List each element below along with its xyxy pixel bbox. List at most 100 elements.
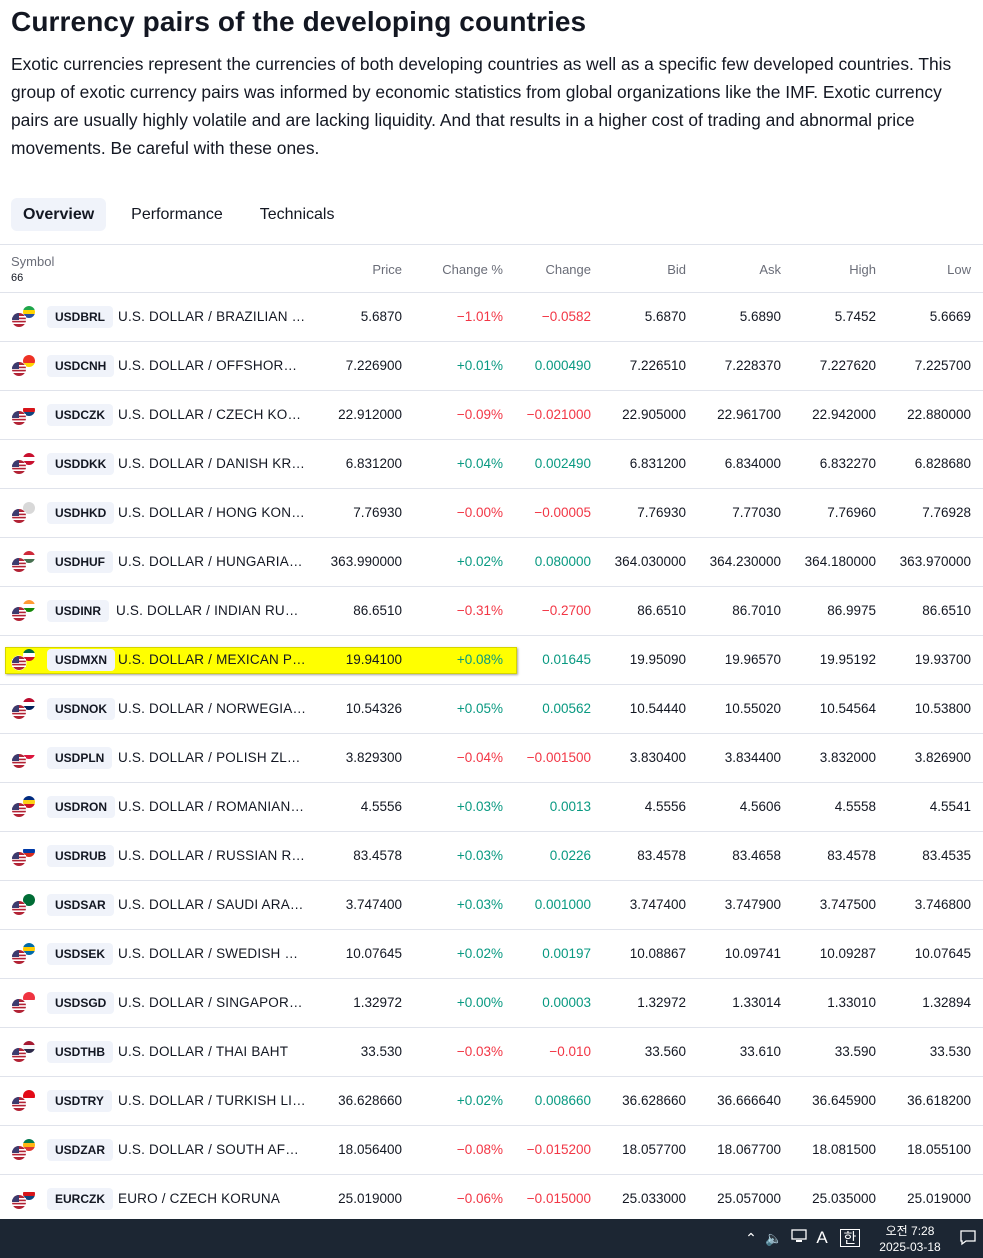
high-cell: 7.76960	[827, 505, 876, 520]
ticker-badge[interactable]: USDBRL	[47, 306, 113, 328]
low-cell: 36.618200	[907, 1093, 971, 1108]
high-cell: 7.227620	[819, 358, 876, 373]
ticker-badge[interactable]: USDSGD	[47, 992, 115, 1014]
table-row[interactable]: USDBRL U.S. DOLLAR / BRAZILIAN R... 5.6870…	[0, 293, 983, 342]
change-cell: −0.010	[549, 1044, 591, 1059]
bid-cell: 7.76930	[637, 505, 686, 520]
pair-description: U.S. DOLLAR / MEXICAN PESO	[118, 652, 306, 667]
currency-flag-icon	[11, 551, 35, 573]
tab-technicals[interactable]: Technicals	[248, 198, 347, 231]
table-row[interactable]: EURCZK EURO / CZECH KORUNA 25.019000 −0.06%…	[0, 1175, 983, 1224]
header-change[interactable]: Change	[545, 262, 591, 277]
low-cell: 1.32894	[922, 995, 971, 1010]
change-cell: 0.000490	[534, 358, 591, 373]
ime-language-indicator[interactable]: 한	[840, 1229, 860, 1247]
pair-description: U.S. DOLLAR / SOUTH AFRIC...	[118, 1142, 306, 1157]
ticker-badge[interactable]: EURCZK	[47, 1188, 113, 1210]
table-row[interactable]: USDCNH U.S. DOLLAR / OFFSHORE C... 7.22690…	[0, 342, 983, 391]
table-row[interactable]: USDTHB U.S. DOLLAR / THAI BAHT 33.530 −0.03…	[0, 1028, 983, 1077]
ime-mode-indicator[interactable]: A	[812, 1228, 832, 1248]
currency-flag-icon	[11, 894, 35, 916]
bid-cell: 7.226510	[629, 358, 686, 373]
currency-flag-icon	[11, 747, 35, 769]
header-price[interactable]: Price	[372, 262, 402, 277]
table-row[interactable]: USDDKK U.S. DOLLAR / DANISH KRONE 6.831200…	[0, 440, 983, 489]
table-row[interactable]: USDHKD U.S. DOLLAR / HONG KONG ... 7.76930…	[0, 489, 983, 538]
ticker-badge[interactable]: USDCNH	[47, 355, 115, 377]
tab-overview[interactable]: Overview	[11, 198, 107, 231]
table-row[interactable]: USDINR U.S. DOLLAR / INDIAN RUPEE 86.6510 −…	[0, 587, 983, 636]
high-cell: 364.180000	[804, 554, 876, 569]
pair-description: U.S. DOLLAR / ROMANIAN L...	[118, 799, 306, 814]
header-high[interactable]: High	[849, 262, 876, 277]
table-row[interactable]: USDRON U.S. DOLLAR / ROMANIAN L... 4.5556 +…	[0, 783, 983, 832]
low-cell: 7.76928	[922, 505, 971, 520]
table-row[interactable]: USDSAR U.S. DOLLAR / SAUDI ARABI... 3.7474…	[0, 881, 983, 930]
table-row[interactable]: USDNOK U.S. DOLLAR / NORWEGIAN ... 10.5432…	[0, 685, 983, 734]
clock-date[interactable]: 2025-03-18	[872, 1240, 948, 1254]
change-cell: −0.015200	[526, 1142, 591, 1157]
price-cell: 86.6510	[353, 603, 402, 618]
change-percent-cell: +0.04%	[456, 456, 503, 471]
header-bid[interactable]: Bid	[667, 262, 686, 277]
ticker-badge[interactable]: USDCZK	[47, 404, 113, 426]
ask-cell: 86.7010	[732, 603, 781, 618]
ticker-badge[interactable]: USDSAR	[47, 894, 114, 916]
ticker-badge[interactable]: USDHUF	[47, 551, 113, 573]
ticker-badge[interactable]: USDSEK	[47, 943, 114, 965]
change-percent-cell: +0.02%	[456, 554, 503, 569]
tab-performance[interactable]: Performance	[119, 198, 235, 231]
ticker-badge[interactable]: USDMXN	[47, 649, 116, 671]
ticker-badge[interactable]: USDRON	[47, 796, 116, 818]
table-row[interactable]: USDZAR U.S. DOLLAR / SOUTH AFRIC... 18.056…	[0, 1126, 983, 1175]
pair-description: U.S. DOLLAR / RUSSIAN RUB...	[118, 848, 306, 863]
ticker-badge[interactable]: USDRUB	[47, 845, 115, 867]
change-percent-cell: +0.02%	[456, 1093, 503, 1108]
table-row[interactable]: USDTRY U.S. DOLLAR / TURKISH LIRA 36.62866…	[0, 1077, 983, 1126]
currency-flag-icon	[11, 1139, 35, 1161]
header-ask[interactable]: Ask	[759, 262, 781, 277]
speaker-icon[interactable]: 🔈	[764, 1228, 784, 1248]
table-row[interactable]: USDCZK U.S. DOLLAR / CZECH KORU... 22.9120…	[0, 391, 983, 440]
ask-cell: 364.230000	[709, 554, 781, 569]
ticker-badge[interactable]: USDTRY	[47, 1090, 112, 1112]
ticker-badge[interactable]: USDHKD	[47, 502, 115, 524]
ticker-badge[interactable]: USDZAR	[47, 1139, 113, 1161]
ask-cell: 1.33014	[732, 995, 781, 1010]
notification-icon[interactable]	[958, 1228, 978, 1248]
currency-flag-icon	[11, 1090, 35, 1112]
chevron-up-icon[interactable]: ⌃	[742, 1228, 760, 1248]
ticker-badge[interactable]: USDPLN	[47, 747, 113, 769]
high-cell: 36.645900	[812, 1093, 876, 1108]
change-cell: −0.2700	[541, 603, 591, 618]
currency-flag-icon	[11, 306, 35, 328]
bid-cell: 1.32972	[637, 995, 686, 1010]
change-percent-cell: −0.06%	[456, 1191, 503, 1206]
clock-time[interactable]: 오전 7:28	[880, 1222, 940, 1239]
ticker-badge[interactable]: USDNOK	[47, 698, 116, 720]
header-low[interactable]: Low	[947, 262, 971, 277]
ask-cell: 36.666640	[717, 1093, 781, 1108]
header-change-percent[interactable]: Change %	[442, 262, 503, 277]
table-row[interactable]: USDRUB U.S. DOLLAR / RUSSIAN RUB... 83.457…	[0, 832, 983, 881]
table-row[interactable]: USDSEK U.S. DOLLAR / SWEDISH KRO... 10.076…	[0, 930, 983, 979]
pair-description: U.S. DOLLAR / SAUDI ARABI...	[118, 897, 306, 912]
low-cell: 3.746800	[914, 897, 971, 912]
ticker-badge[interactable]: USDINR	[47, 600, 110, 622]
ticker-badge[interactable]: USDTHB	[47, 1041, 113, 1063]
ticker-badge[interactable]: USDDKK	[47, 453, 115, 475]
price-cell: 19.94100	[345, 652, 402, 667]
table-row[interactable]: USDSGD U.S. DOLLAR / SINGAPORE D... 1.3297…	[0, 979, 983, 1028]
table-row[interactable]: USDMXN U.S. DOLLAR / MEXICAN PESO 19.94100…	[0, 636, 983, 685]
table-row[interactable]: USDPLN U.S. DOLLAR / POLISH ZLOTY 3.829300…	[0, 734, 983, 783]
price-cell: 7.76930	[353, 505, 402, 520]
currency-flag-icon	[11, 453, 35, 475]
change-cell: 0.00562	[542, 701, 591, 716]
bid-cell: 5.6870	[644, 309, 686, 324]
low-cell: 5.6669	[929, 309, 971, 324]
bid-cell: 83.4578	[637, 848, 686, 863]
network-icon[interactable]	[789, 1228, 809, 1248]
header-symbol[interactable]: Symbol	[11, 254, 54, 269]
high-cell: 33.590	[834, 1044, 876, 1059]
table-row[interactable]: USDHUF U.S. DOLLAR / HUNGARIAN ... 363.990…	[0, 538, 983, 587]
